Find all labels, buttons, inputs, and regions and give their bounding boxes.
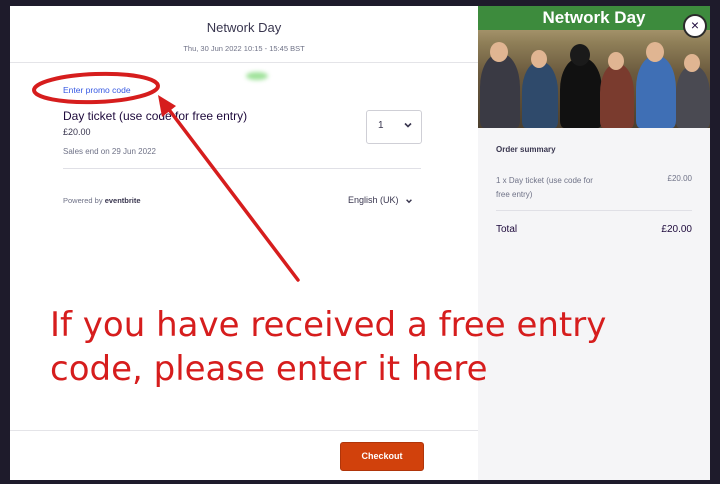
modal-header: Network Day Thu, 30 Jun 2022 10:15 - 15:… [10, 6, 478, 63]
chevron-down-icon [406, 198, 412, 203]
order-summary-item-price: £20.00 [667, 174, 692, 183]
ticket-sales-end: Sales end on 29 Jun 2022 [63, 147, 156, 156]
attendee-figure [600, 64, 634, 128]
attendee-head [684, 54, 700, 72]
event-title: Network Day [206, 20, 282, 35]
event-image: Network Day × [478, 6, 710, 128]
powered-by-label: Powered by [63, 196, 103, 205]
divider [63, 168, 421, 169]
attendee-head [490, 42, 508, 62]
quantity-value: 1 [378, 120, 384, 131]
attendee-head [646, 42, 664, 62]
order-summary-pane: Network Day × Order summary 1 x Day tick… [478, 6, 710, 480]
close-button[interactable]: × [683, 14, 707, 38]
attendee-figure [522, 62, 558, 128]
powered-by: Powered by eventbrite [63, 196, 141, 205]
order-total-label: Total [496, 224, 518, 235]
ticket-name: Day ticket (use code for free entry) [63, 109, 248, 123]
checkout-modal: Network Day Thu, 30 Jun 2022 10:15 - 15:… [10, 6, 710, 480]
checkout-form-pane: Network Day Thu, 30 Jun 2022 10:15 - 15:… [10, 6, 478, 480]
attendee-figure [636, 56, 676, 128]
attendee-figure [676, 66, 710, 128]
decorative-blur [246, 72, 268, 80]
chevron-down-icon [404, 122, 412, 128]
modal-footer: Checkout [10, 430, 478, 480]
ticket-price: £20.00 [63, 127, 91, 137]
promo-code-link[interactable]: Enter promo code [63, 85, 131, 95]
order-summary-title: Order summary [496, 145, 556, 154]
language-select[interactable]: English (UK) [348, 195, 413, 205]
ticket-quantity-select[interactable]: 1 [366, 110, 422, 144]
attendee-head [608, 52, 624, 70]
order-total-value: £20.00 [661, 224, 692, 235]
attendee-figure [560, 58, 602, 128]
checkout-button[interactable]: Checkout [340, 442, 424, 471]
language-label: English (UK) [348, 195, 399, 205]
eventbrite-logo: eventbrite [104, 196, 141, 205]
event-image-banner: Network Day [478, 6, 710, 30]
attendee-head [531, 50, 547, 68]
divider [496, 210, 692, 211]
order-summary-item: 1 x Day ticket (use code for free entry) [496, 176, 593, 199]
event-date: Thu, 30 Jun 2022 10:15 - 15:45 BST [183, 44, 305, 53]
attendee-figure [480, 54, 520, 128]
annotation-callout-text: If you have received a free entry code, … [50, 305, 607, 389]
attendee-head [570, 44, 590, 66]
